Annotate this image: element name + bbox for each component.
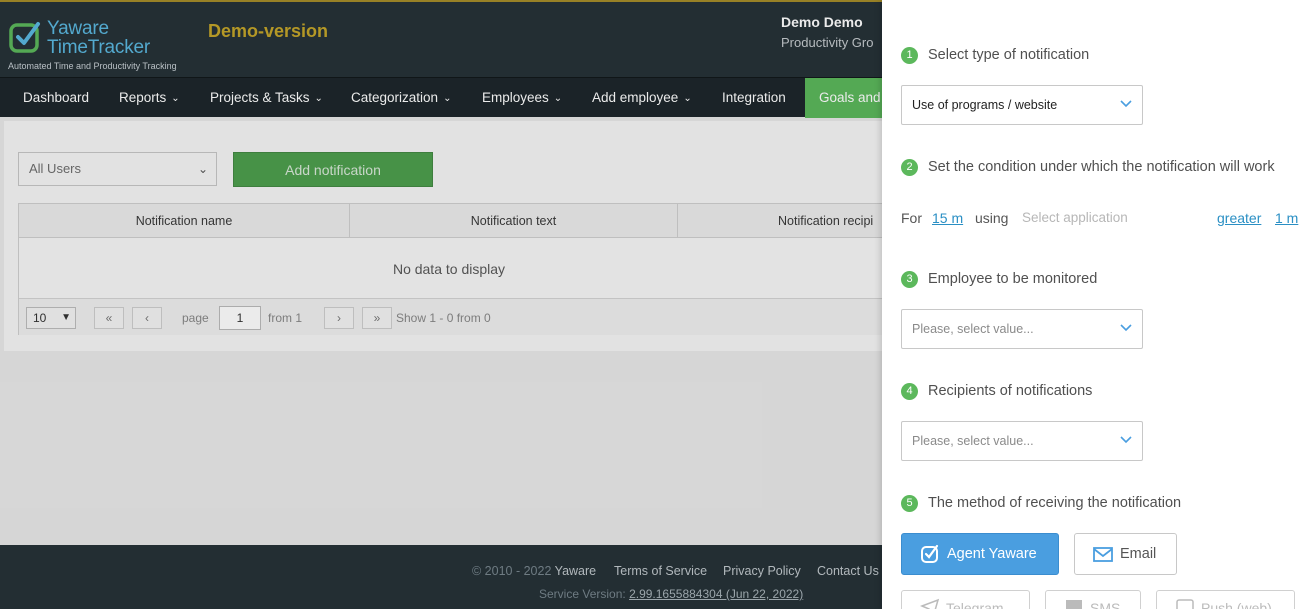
method-label: SMS	[1090, 600, 1121, 609]
step-number-badge: 2	[901, 159, 918, 176]
recipients-select[interactable]: Please, select value...	[901, 421, 1143, 461]
step-label: Set the condition under which the notifi…	[928, 159, 1275, 175]
method-push-button[interactable]: Push (web)	[1156, 590, 1295, 609]
duration-link[interactable]: 15 m	[932, 208, 963, 228]
step-number-badge: 4	[901, 383, 918, 400]
agent-yaware-icon	[921, 544, 939, 563]
chevron-down-icon	[1120, 100, 1132, 108]
notification-drawer: 1 Select type of notification Use of prog…	[882, 0, 1313, 609]
step-label: Employee to be monitored	[928, 271, 1098, 287]
step-label: The method of receiving the notification	[928, 495, 1182, 511]
notification-type-value: Use of programs / website	[912, 98, 1058, 112]
step-1-heading: 1 Select type of notification	[901, 45, 1089, 65]
threshold-link[interactable]: 1 m	[1275, 208, 1298, 228]
method-agent-yaware-button[interactable]: Agent Yaware	[901, 533, 1059, 575]
step-number-badge: 1	[901, 47, 918, 64]
telegram-icon	[920, 598, 940, 609]
envelope-icon	[1093, 547, 1113, 562]
step-label: Recipients of notifications	[928, 383, 1093, 399]
method-label: Email	[1120, 546, 1157, 562]
method-label: Telegram	[946, 600, 1004, 609]
method-label: Push (web)	[1201, 600, 1272, 609]
sms-icon	[1066, 600, 1082, 609]
using-label: using	[975, 210, 1009, 226]
step-5-heading: 5 The method of receiving the notificatio…	[901, 493, 1181, 513]
notification-type-select[interactable]: Use of programs / website	[901, 85, 1143, 125]
step-number-badge: 5	[901, 495, 918, 512]
chevron-down-icon	[1120, 324, 1132, 332]
step-2-heading: 2 Set the condition under which the notif…	[901, 157, 1275, 177]
for-label: For	[901, 210, 922, 226]
step-4-heading: 4 Recipients of notifications	[901, 381, 1092, 401]
push-icon	[1176, 599, 1194, 609]
employee-select[interactable]: Please, select value...	[901, 309, 1143, 349]
step-label: Select type of notification	[928, 47, 1090, 63]
chevron-down-icon	[1120, 436, 1132, 444]
comparator-link[interactable]: greater	[1217, 208, 1261, 228]
application-select[interactable]: Select application	[1022, 208, 1128, 228]
method-sms-button[interactable]: SMS	[1045, 590, 1141, 609]
recipients-placeholder: Please, select value...	[912, 434, 1034, 448]
method-telegram-button[interactable]: Telegram	[901, 590, 1030, 609]
step-3-heading: 3 Employee to be monitored	[901, 269, 1097, 289]
method-email-button[interactable]: Email	[1074, 533, 1177, 575]
step-number-badge: 3	[901, 271, 918, 288]
employee-placeholder: Please, select value...	[912, 322, 1034, 336]
method-label: Agent Yaware	[947, 546, 1037, 562]
modal-backdrop[interactable]	[0, 0, 882, 609]
